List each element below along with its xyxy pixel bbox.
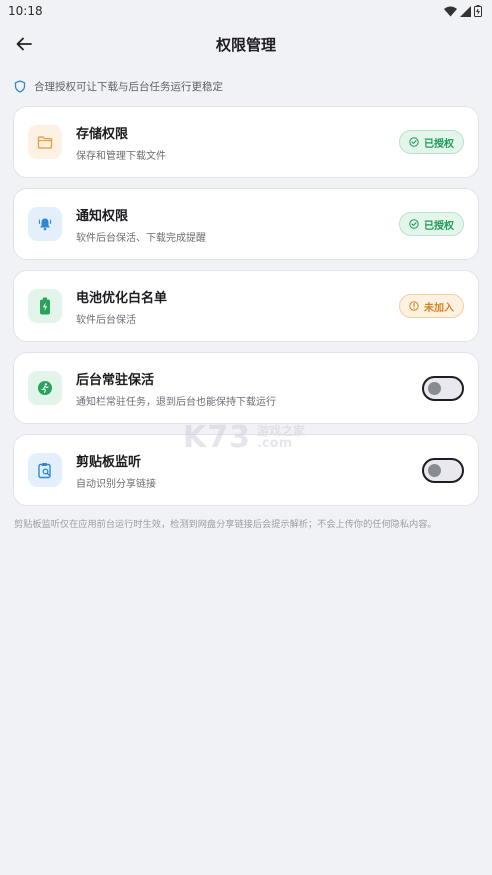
toggle-knob [428, 381, 441, 395]
status-badge-granted[interactable]: 已授权 [399, 130, 464, 154]
keep-alive-texts: 后台常驻保活 通知栏常驻任务，退到后台也能保持下载运行 [76, 369, 422, 408]
keep-alive-toggle[interactable] [422, 375, 464, 401]
app-header: 权限管理 [0, 22, 492, 66]
notification-icon-box [28, 207, 62, 241]
notification-texts: 通知权限 软件后台保活、下载完成提醒 [76, 205, 399, 244]
toggle-knob [428, 463, 441, 477]
clipboard-search-icon [38, 462, 51, 478]
storage-icon-box [28, 125, 62, 159]
clipboard-icon-box [28, 453, 62, 487]
permission-subtitle: 通知栏常驻任务，退到后台也能保持下载运行 [76, 396, 276, 408]
permission-card-storage[interactable]: 存储权限 保存和管理下载文件 已授权 [13, 106, 479, 178]
check-circle-icon [409, 219, 419, 229]
battery-status-icon [474, 5, 482, 17]
running-icon [38, 381, 52, 395]
check-circle-icon [409, 137, 419, 147]
permission-card-notification[interactable]: 通知权限 软件后台保活、下载完成提醒 已授权 [13, 188, 479, 260]
permission-title: 剪贴板监听 [76, 454, 142, 470]
keep-alive-icon-box [28, 371, 62, 405]
permission-title: 电池优化白名单 [76, 290, 168, 306]
permission-list: 存储权限 保存和管理下载文件 已授权 通知权限 软件后台保活、下载完成提醒 已授… [0, 106, 492, 506]
alert-circle-icon [409, 301, 419, 311]
bell-icon [38, 218, 52, 231]
status-badge-label: 已授权 [424, 220, 454, 232]
status-time: 10:18 [8, 4, 43, 18]
status-badge-not-added[interactable]: 未加入 [399, 294, 464, 318]
battery-icon [40, 297, 50, 315]
clipboard-toggle[interactable] [422, 457, 464, 483]
permission-subtitle: 自动识别分享链接 [76, 478, 156, 490]
permission-card-battery[interactable]: 电池优化白名单 软件后台保活 未加入 [13, 270, 479, 342]
battery-icon-box [28, 289, 62, 323]
permission-title: 通知权限 [76, 208, 129, 224]
status-badge-label: 未加入 [424, 302, 454, 314]
arrow-left-icon [16, 37, 32, 51]
shield-icon [14, 79, 26, 93]
page-title: 权限管理 [215, 35, 276, 54]
tip-text: 合理授权可让下载与后台任务运行更稳定 [34, 80, 223, 93]
battery-texts: 电池优化白名单 软件后台保活 [76, 287, 399, 326]
permission-subtitle: 保存和管理下载文件 [76, 150, 166, 162]
folder-icon [37, 135, 53, 149]
permission-card-keep-alive: 后台常驻保活 通知栏常驻任务，退到后台也能保持下载运行 [13, 352, 479, 424]
back-button[interactable] [10, 30, 38, 58]
status-badge-granted[interactable]: 已授权 [399, 212, 464, 236]
permission-card-clipboard: 剪贴板监听 自动识别分享链接 [13, 434, 479, 506]
clipboard-texts: 剪贴板监听 自动识别分享链接 [76, 451, 422, 490]
permission-subtitle: 软件后台保活、下载完成提醒 [76, 232, 206, 244]
status-badge-label: 已授权 [424, 138, 454, 150]
storage-texts: 存储权限 保存和管理下载文件 [76, 123, 399, 162]
tip-banner: 合理授权可让下载与后台任务运行更稳定 [0, 76, 492, 96]
permission-subtitle: 软件后台保活 [76, 314, 136, 326]
signal-icon [460, 5, 471, 17]
permission-title: 后台常驻保活 [76, 372, 155, 388]
status-bar: 10:18 [0, 0, 492, 22]
wifi-icon [444, 6, 457, 16]
footnote: 剪贴板监听仅在应用前台运行时生效，检测到网盘分享链接后会提示解析；不会上传你的任… [14, 519, 437, 530]
status-icons [444, 5, 482, 17]
permission-title: 存储权限 [76, 126, 129, 142]
